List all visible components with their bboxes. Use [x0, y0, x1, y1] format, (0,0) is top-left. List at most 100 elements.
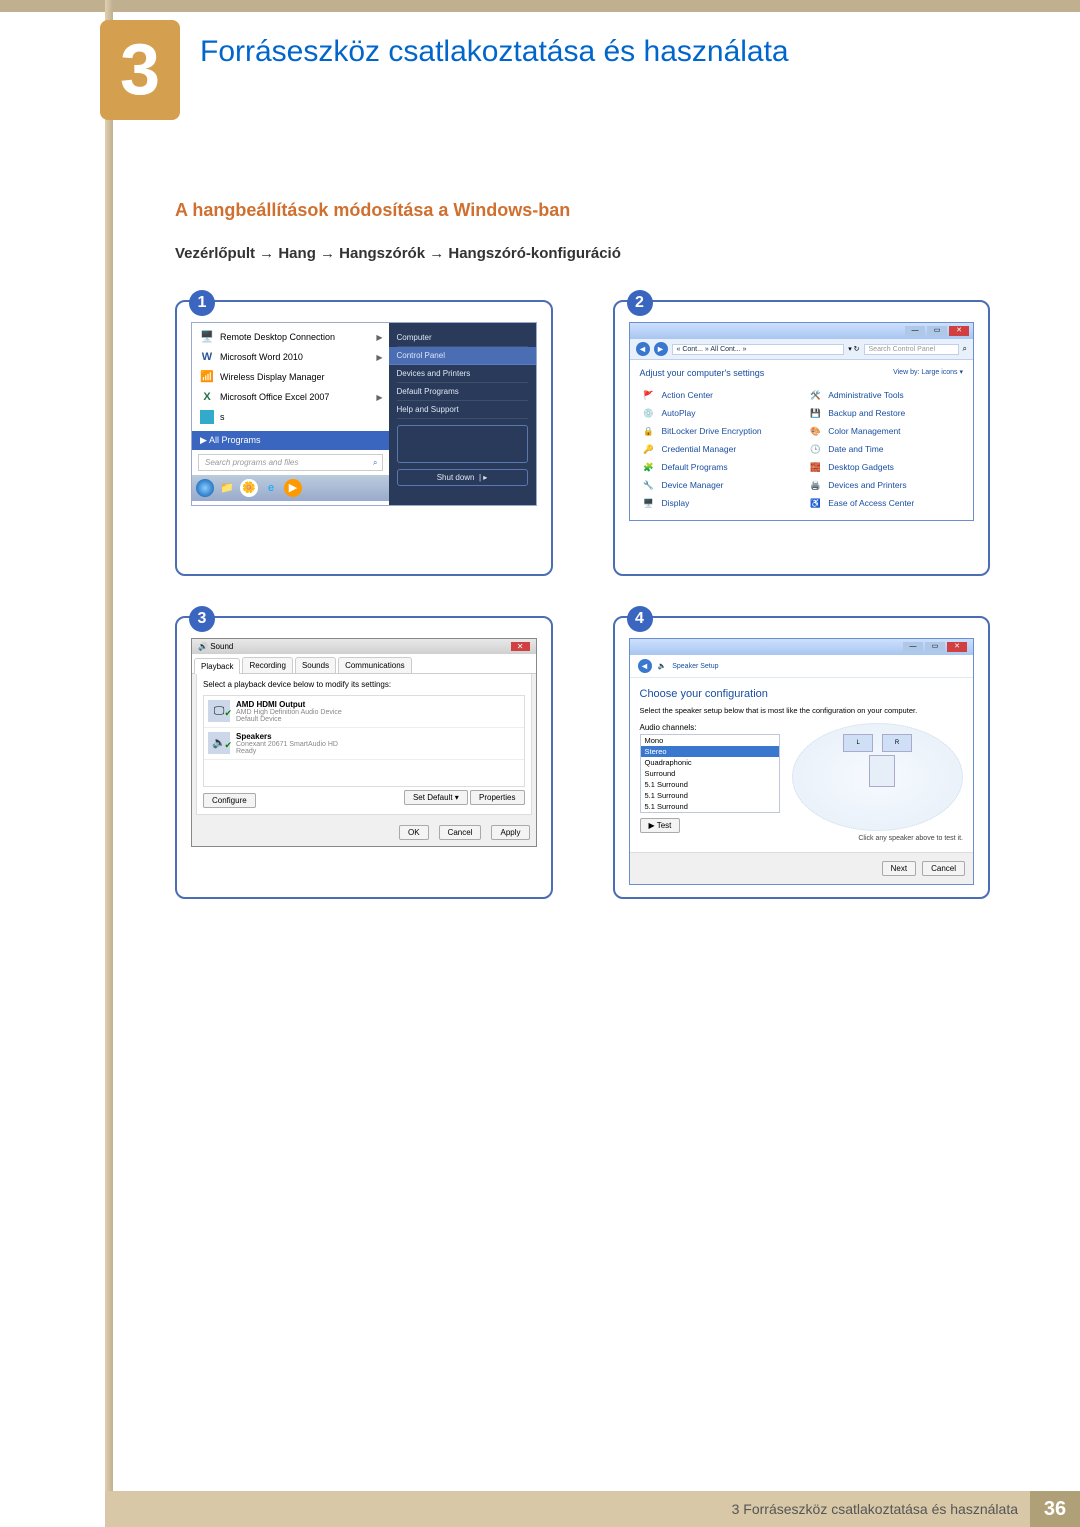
shutdown-button[interactable]: Shut down | ▸	[397, 469, 528, 486]
cp-item[interactable]: Date and Time	[806, 440, 963, 458]
cp-item[interactable]: Backup and Restore	[806, 404, 963, 422]
start-orb-icon[interactable]	[196, 479, 214, 497]
max-button[interactable]: ▭	[927, 326, 947, 336]
max-button[interactable]: ▭	[925, 642, 945, 652]
listener-icon	[869, 755, 895, 787]
start-right-item[interactable]: Devices and Printers	[397, 365, 528, 383]
min-button[interactable]: —	[905, 326, 925, 336]
test-button[interactable]: ▶ Test	[640, 818, 681, 833]
section-title: A hangbeállítások módosítása a Windows-b…	[175, 200, 570, 221]
submenu-arrow-icon: ▶	[376, 393, 382, 402]
panel-step-4: 4 — ▭ ✕ ◄ 🔈 Speaker Setup Choose your co…	[613, 616, 991, 899]
chapter-badge: 3	[100, 20, 180, 120]
user-avatar-icon	[397, 425, 528, 463]
footer-text: 3 Forráseszköz csatlakoztatása és haszná…	[105, 1491, 1030, 1527]
ok-button[interactable]: OK	[399, 825, 429, 840]
next-button[interactable]: Next	[882, 861, 916, 876]
speaker-icon[interactable]: R	[882, 734, 912, 752]
channel-option[interactable]: Surround	[641, 768, 780, 779]
cp-item[interactable]: Credential Manager	[640, 440, 797, 458]
playback-device[interactable]: 🔈 Speakers Conexant 20671 SmartAudio HD …	[204, 728, 524, 760]
channel-option[interactable]: 5.1 Surround	[641, 801, 780, 812]
start-menu-item[interactable]: 🖥️ Remote Desktop Connection ▶	[192, 327, 389, 347]
nav-fwd-icon[interactable]: ►	[654, 342, 668, 356]
step-badge: 3	[189, 606, 215, 632]
tab-recording[interactable]: Recording	[242, 657, 292, 673]
cp-item[interactable]: Devices and Printers	[806, 476, 963, 494]
sound-icon: 🔊	[198, 642, 208, 651]
submenu-arrow-icon: ▶	[376, 333, 382, 342]
side-stripe	[105, 0, 113, 1527]
taskbar-wmp-icon[interactable]: ▶	[284, 479, 302, 497]
cp-search-input[interactable]: Search Control Panel	[864, 344, 959, 355]
chapter-number: 3	[120, 29, 160, 111]
taskbar-ie-icon[interactable]: e	[262, 479, 280, 497]
start-right-item[interactable]: Help and Support	[397, 401, 528, 419]
cp-item[interactable]: BitLocker Drive Encryption	[640, 422, 797, 440]
cp-item[interactable]: Action Center	[640, 386, 797, 404]
taskbar-icon[interactable]: 📁	[218, 479, 236, 497]
start-menu-item[interactable]: s	[192, 407, 389, 427]
address-breadcrumb[interactable]: « Cont... » All Cont... »	[672, 344, 845, 355]
channel-option[interactable]: Mono	[641, 735, 780, 746]
wireless-icon: 📶	[200, 370, 214, 384]
start-right-control-panel[interactable]: Control Panel	[389, 347, 536, 365]
speakers-device-icon: 🔈	[208, 732, 230, 754]
rdp-icon: 🖥️	[200, 330, 214, 344]
taskbar-icon[interactable]: 🌼	[240, 479, 258, 497]
top-bar	[0, 0, 1080, 12]
all-programs[interactable]: ▶ All Programs	[192, 431, 389, 450]
close-button[interactable]: ✕	[511, 642, 530, 651]
cp-item[interactable]: AutoPlay	[640, 404, 797, 422]
start-menu-item[interactable]: W Microsoft Word 2010 ▶	[192, 347, 389, 367]
playback-device[interactable]: 🖵 AMD HDMI Output AMD High Definition Au…	[204, 696, 524, 728]
cp-view-by[interactable]: View by: Large icons ▾	[893, 368, 963, 378]
channel-option[interactable]: Quadraphonic	[641, 757, 780, 768]
start-search-input[interactable]: Search programs and files	[198, 454, 383, 471]
tab-communications[interactable]: Communications	[338, 657, 412, 673]
channels-list[interactable]: Mono Stereo Quadraphonic Surround 5.1 Su…	[640, 734, 781, 813]
speaker-icon: 🔈	[658, 662, 667, 670]
speaker-setup-heading: Speaker Setup	[672, 663, 718, 670]
configure-button[interactable]: Configure	[203, 793, 256, 808]
config-title: Choose your configuration	[640, 688, 964, 700]
playback-hint: Select a playback device below to modify…	[203, 680, 525, 689]
hdmi-device-icon: 🖵	[208, 700, 230, 722]
cp-item[interactable]: Desktop Gadgets	[806, 458, 963, 476]
cp-item[interactable]: Default Programs	[640, 458, 797, 476]
tab-playback[interactable]: Playback	[194, 658, 240, 674]
min-button[interactable]: —	[903, 642, 923, 652]
channels-label: Audio channels:	[640, 723, 781, 732]
page-number: 36	[1030, 1491, 1080, 1527]
cp-item[interactable]: Device Manager	[640, 476, 797, 494]
cp-item[interactable]: Color Management	[806, 422, 963, 440]
cp-item[interactable]: Ease of Access Center	[806, 494, 963, 512]
search-icon: ⌕	[963, 344, 967, 354]
channel-option[interactable]: 5.1 Surround	[641, 779, 780, 790]
apply-button[interactable]: Apply	[491, 825, 529, 840]
cp-heading: Adjust your computer's settings	[640, 368, 765, 378]
cancel-button[interactable]: Cancel	[922, 861, 965, 876]
breadcrumb: Vezérlőpult → Hang → Hangszórók → Hangsz…	[175, 245, 621, 262]
properties-button[interactable]: Properties	[470, 790, 524, 805]
tab-sounds[interactable]: Sounds	[295, 657, 336, 673]
set-default-button[interactable]: Set Default ▾	[404, 790, 468, 805]
nav-back-icon[interactable]: ◄	[638, 659, 652, 673]
channel-option-selected[interactable]: Stereo	[641, 746, 780, 757]
channel-option[interactable]: 5.1 Surround	[641, 790, 780, 801]
cancel-button[interactable]: Cancel	[439, 825, 482, 840]
start-right-item[interactable]: Computer	[397, 329, 528, 347]
submenu-arrow-icon: ▶	[376, 353, 382, 362]
cp-item[interactable]: Administrative Tools	[806, 386, 963, 404]
speaker-icon[interactable]: L	[843, 734, 873, 752]
start-right-item[interactable]: Default Programs	[397, 383, 528, 401]
cp-item[interactable]: Display	[640, 494, 797, 512]
start-menu-item[interactable]: 📶 Wireless Display Manager	[192, 367, 389, 387]
step-badge: 1	[189, 290, 215, 316]
nav-back-icon[interactable]: ◄	[636, 342, 650, 356]
close-button[interactable]: ✕	[947, 642, 967, 652]
app-icon	[200, 410, 214, 424]
close-button[interactable]: ✕	[949, 326, 969, 336]
start-menu-item[interactable]: X Microsoft Office Excel 2007 ▶	[192, 387, 389, 407]
excel-icon: X	[200, 390, 214, 404]
